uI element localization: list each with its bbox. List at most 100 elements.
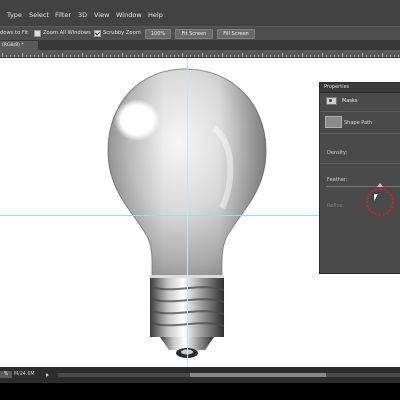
ruler-tick <box>354 55 355 57</box>
ruler-tick <box>170 55 171 57</box>
ruler-tick <box>218 55 219 57</box>
layer-mask-icon[interactable] <box>326 97 337 105</box>
ruler-tick <box>186 55 187 57</box>
ruler-tick <box>66 55 67 57</box>
ruler-tick <box>62 53 63 57</box>
properties-panel: Properties Masks Shape Path Density: Fea… <box>319 82 400 274</box>
ruler-tick <box>102 53 103 57</box>
ruler-tick <box>190 55 191 57</box>
ruler-tick <box>358 55 359 57</box>
zoom-all-windows-label: Zoom All Windows <box>43 30 91 36</box>
ruler-tick <box>370 55 371 57</box>
menu-view[interactable]: View <box>94 11 109 19</box>
ruler-tick <box>70 55 71 57</box>
ruler-tick <box>342 53 343 57</box>
ruler-tick <box>94 55 95 57</box>
horizontal-scrollbar[interactable] <box>58 373 400 377</box>
ruler-tick <box>330 55 331 57</box>
ruler-tick <box>18 55 19 57</box>
menu-window[interactable]: Window <box>116 11 142 19</box>
ruler-tick <box>266 55 267 57</box>
ruler-tick <box>26 55 27 57</box>
zoom-all-windows-checkbox[interactable] <box>34 30 41 37</box>
ruler-tick <box>58 55 59 57</box>
ruler-tick <box>138 55 139 57</box>
ruler-tick <box>98 55 99 57</box>
scrubby-zoom-label: Scrubby Zoom <box>103 30 141 36</box>
ruler-tick <box>382 53 383 57</box>
ruler-tick <box>362 53 363 57</box>
ruler-tick <box>166 55 167 57</box>
ruler-tick <box>310 55 311 57</box>
ruler-tick <box>50 55 51 57</box>
ruler-tick <box>254 55 255 57</box>
panel-divider <box>320 133 400 134</box>
ruler-tick <box>122 53 123 57</box>
ruler-tick <box>298 55 299 57</box>
ruler-tick <box>222 53 223 57</box>
ruler-tick <box>130 55 131 57</box>
ruler-tick <box>2 53 3 57</box>
menu-select[interactable]: Select <box>29 11 49 19</box>
status-bar: % M/24.6M <box>0 367 400 383</box>
menu-bar: Type Select Filter 3D View Window Help <box>0 0 400 26</box>
vector-mask-icon[interactable] <box>325 116 342 128</box>
horizontal-ruler[interactable] <box>0 50 400 58</box>
ruler-tick <box>74 55 75 57</box>
ruler-tick <box>162 53 163 57</box>
refine-label: Refine: <box>327 203 345 209</box>
properties-panel-header[interactable]: Properties <box>320 83 400 93</box>
ruler-tick <box>334 55 335 57</box>
vertical-guide[interactable] <box>187 58 188 367</box>
ruler-tick <box>30 55 31 57</box>
density-label: Density: <box>327 150 348 156</box>
ruler-tick <box>150 55 151 57</box>
ruler-tick <box>110 55 111 57</box>
ruler-tick <box>314 55 315 57</box>
ruler-tick <box>394 55 395 57</box>
scrubby-zoom-checkbox[interactable] <box>94 30 101 37</box>
ruler-tick <box>250 55 251 57</box>
ruler-tick <box>286 55 287 57</box>
menu-help[interactable]: Help <box>148 11 163 19</box>
ruler-tick <box>78 55 79 57</box>
ruler-tick <box>206 55 207 57</box>
ruler-tick <box>398 55 399 57</box>
ruler-tick <box>154 55 155 57</box>
properties-panel-title: Properties <box>324 84 350 90</box>
menu-3d[interactable]: 3D <box>78 11 87 19</box>
ruler-tick <box>234 55 235 57</box>
status-menu-arrow-icon[interactable] <box>46 373 49 377</box>
resize-windows-label[interactable]: dows to Fit <box>0 30 28 36</box>
ruler-tick <box>82 53 83 57</box>
shape-path-label: Shape Path <box>344 120 373 126</box>
ruler-tick <box>226 55 227 57</box>
ruler-tick <box>242 53 243 57</box>
ruler-tick <box>38 55 39 57</box>
document-tab[interactable]: (RGB/8) * <box>0 41 38 50</box>
feather-slider[interactable] <box>326 183 400 187</box>
ruler-tick <box>34 55 35 57</box>
horizontal-scrollbar-thumb[interactable] <box>190 373 326 377</box>
ruler-tick <box>174 55 175 57</box>
ruler-tick <box>346 55 347 57</box>
feather-slider-knob[interactable] <box>377 183 383 187</box>
masks-mode-label: Masks <box>342 98 358 104</box>
menu-type[interactable]: Type <box>7 11 22 19</box>
menu-filter[interactable]: Filter <box>55 11 71 19</box>
ruler-tick <box>10 55 11 57</box>
ruler-tick <box>366 55 367 57</box>
fit-screen-button[interactable]: Fit Screen <box>175 29 213 39</box>
ruler-tick <box>134 55 135 57</box>
ruler-tick <box>246 55 247 57</box>
fill-screen-button[interactable]: Fill Screen <box>217 29 255 39</box>
ruler-tick <box>274 55 275 57</box>
ruler-tick <box>238 55 239 57</box>
document-tab-strip: (RGB/8) * <box>0 40 400 50</box>
ruler-tick <box>258 55 259 57</box>
ruler-tick <box>318 55 319 57</box>
actual-pixels-button[interactable]: 100% <box>145 29 171 39</box>
ruler-tick <box>390 55 391 57</box>
zoom-level-field[interactable]: % <box>0 371 12 378</box>
ruler-tick <box>14 55 15 57</box>
